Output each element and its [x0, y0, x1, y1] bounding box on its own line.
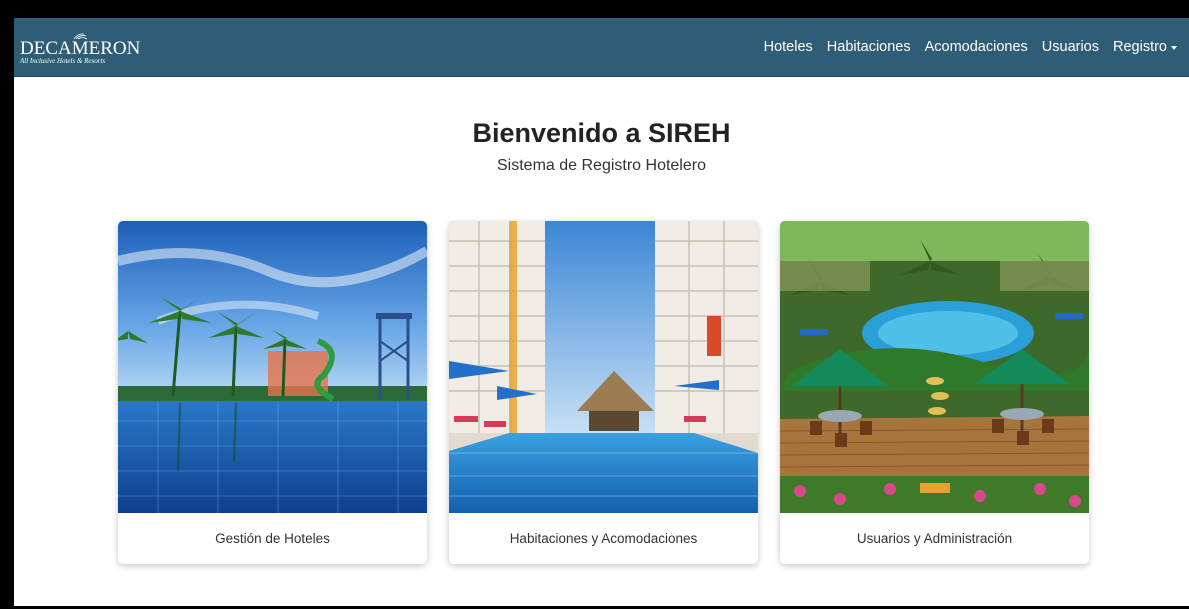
card-image-garden-patio	[780, 221, 1089, 513]
nav-habitaciones[interactable]: Habitaciones	[827, 39, 911, 55]
nav-hoteles[interactable]: Hoteles	[764, 39, 813, 55]
hero: Bienvenido a SIREH Sistema de Registro H…	[14, 118, 1189, 175]
card-label: Usuarios y Administración	[856, 531, 1013, 546]
nav-usuarios[interactable]: Usuarios	[1042, 39, 1099, 55]
browser-viewport: DECAMERON All Inclusive Hotels & Resorts…	[14, 18, 1189, 606]
card-image-hotel-courtyard	[449, 221, 758, 513]
page-subtitle: Sistema de Registro Hotelero	[497, 157, 706, 174]
card-image-resort-pool	[118, 221, 427, 513]
card-gestion-hoteles[interactable]: Gestión de Hoteles	[118, 221, 427, 564]
nav-registro-dropdown[interactable]: Registro	[1113, 39, 1177, 55]
card-label: Habitaciones y Acomodaciones	[509, 531, 698, 546]
nav-links: Hoteles Habitaciones Acomodaciones Usuar…	[764, 18, 1177, 76]
card-usuarios-administracion[interactable]: Usuarios y Administración	[780, 221, 1089, 564]
navbar: DECAMERON All Inclusive Hotels & Resorts…	[14, 18, 1189, 77]
brand-logo[interactable]: DECAMERON All Inclusive Hotels & Resorts	[14, 30, 144, 70]
card-label: Gestión de Hoteles	[215, 531, 330, 546]
brand-name: DECAMERON	[20, 38, 141, 59]
nav-acomodaciones[interactable]: Acomodaciones	[925, 39, 1028, 55]
brand-tagline: All Inclusive Hotels & Resorts	[19, 57, 105, 65]
page-title: Bienvenido a SIREH	[472, 118, 731, 148]
nav-registro-label: Registro	[1113, 39, 1167, 55]
caret-down-icon	[1171, 46, 1177, 50]
card-habitaciones-acomodaciones[interactable]: Habitaciones y Acomodaciones	[449, 221, 758, 564]
